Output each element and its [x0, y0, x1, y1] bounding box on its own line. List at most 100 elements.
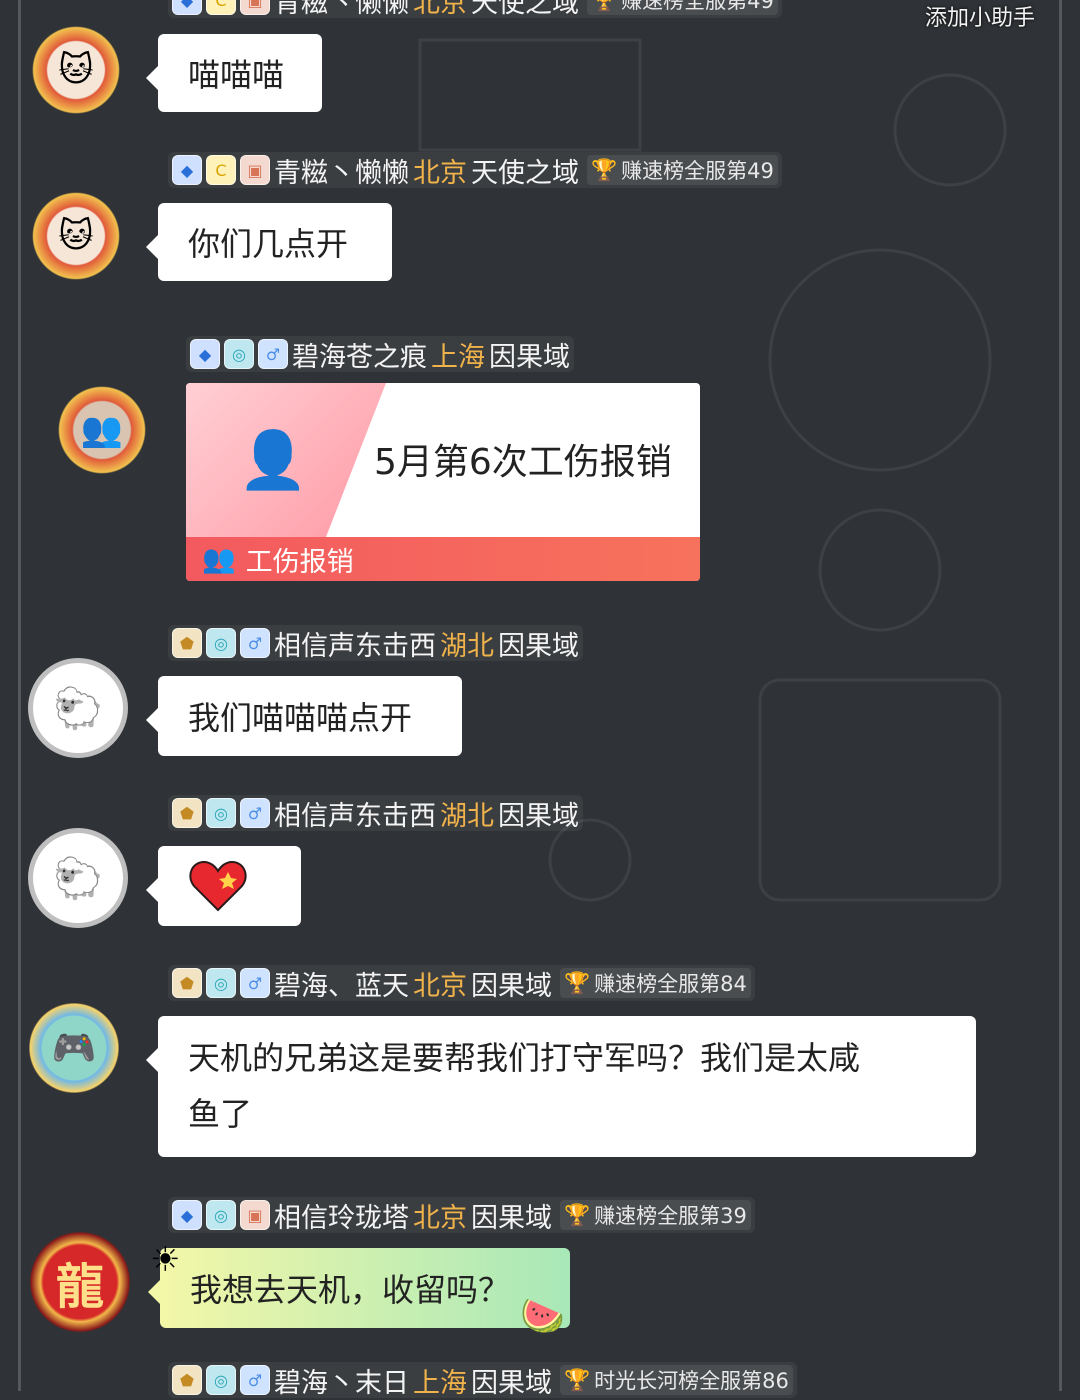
sender-domain: 天使之域 [471, 0, 579, 19]
right-frame-edge [1059, 0, 1062, 1391]
sender-domain: 天使之域 [471, 157, 579, 189]
rank-badge: 🏆 赚速榜全服第84 [560, 968, 751, 998]
gem-icon: ◆ [190, 339, 220, 369]
sender-name[interactable]: 相信声东击西 [274, 624, 436, 663]
message-text-line: 鱼了 [188, 1095, 253, 1133]
sender-location: 北京 [413, 1202, 467, 1234]
sender-domain: 因果域 [498, 630, 579, 662]
gem-icon: ◆ [172, 1200, 202, 1230]
message-bubble[interactable]: 天机的兄弟这是要帮我们打守军吗？我们是太咸 鱼了 [146, 1016, 976, 1157]
card-footer: 👥 工伤报销 [186, 537, 700, 581]
avatar[interactable]: 🐑 [28, 658, 128, 758]
sender-name[interactable]: 青糍丶懒懒 [274, 151, 409, 190]
gem-icon: ◆ [172, 155, 202, 185]
sender-name[interactable]: 青糍丶懒懒 [274, 0, 409, 20]
sender-name[interactable]: 碧海丶末日 [274, 1361, 409, 1400]
bag-icon: ▣ [240, 155, 270, 185]
cat-avatar-icon: 🐱 [58, 216, 94, 256]
avatar[interactable]: 🐱 [26, 20, 126, 120]
bag-icon: ▣ [240, 0, 270, 15]
rank-badge: 🏆 赚速榜全服第39 [560, 1200, 751, 1230]
card-footer-label: 工伤报销 [245, 546, 354, 578]
globe-icon: ◎ [206, 798, 236, 828]
dragon-character-icon: 龍 [55, 1259, 104, 1315]
rank-text: 赚速榜全服第39 [594, 1204, 747, 1228]
group-avatar-icon: 👥 [80, 410, 124, 450]
message-text: 我想去天机，收留吗？ [190, 1271, 511, 1309]
sender-domain: 因果域 [489, 341, 570, 373]
sun-sticker-icon: ☀ [150, 1240, 181, 1280]
avatar[interactable]: 🐱 [26, 186, 126, 286]
rank-badge: 🏆 赚速榜全服第49 [587, 155, 778, 185]
bag-icon: ▣ [240, 1200, 270, 1230]
male-icon: ♂ [240, 798, 270, 828]
trophy-icon: 🏆 [564, 1367, 591, 1392]
message-text: 喵喵喵 [188, 56, 285, 94]
game-console-avatar-icon: 🎮 [51, 1028, 97, 1069]
sheep-avatar-icon: 🐑 [53, 855, 103, 902]
message-text-line: 天机的兄弟这是要帮我们打守军吗？我们是太咸 [188, 1039, 861, 1077]
trophy-icon: 🏆 [591, 157, 618, 182]
message-text: 你们几点开 [188, 225, 349, 263]
message-bubble[interactable]: 我想去天机，收留吗？ [148, 1248, 570, 1328]
sender-info: ⬟ ◎ ♂ 相信声东击西 湖北 因果域 [168, 624, 583, 663]
group-icon: 👥 [202, 544, 236, 575]
reimbursement-card[interactable]: 👤 5月第6次工伤报销 👥 工伤报销 [186, 383, 700, 581]
sender-location: 上海 [431, 341, 485, 373]
male-icon: ♂ [240, 968, 270, 998]
sender-location: 北京 [413, 970, 467, 1002]
card-title: 5月第6次工伤报销 [374, 442, 672, 483]
sender-location: 湖北 [440, 800, 494, 832]
rank-text: 赚速榜全服第49 [621, 0, 774, 13]
sender-domain: 因果域 [471, 970, 552, 1002]
sender-location: 湖北 [440, 630, 494, 662]
message-text: 我们喵喵喵点开 [188, 699, 413, 737]
avatar[interactable]: 👥 [52, 380, 152, 480]
sender-location: 北京 [413, 157, 467, 189]
sender-domain: 因果域 [471, 1202, 552, 1234]
message-bubble[interactable]: 喵喵喵 [146, 34, 322, 112]
sender-info: ◆ C ▣ 青糍丶懒懒 北京 天使之域 🏆 赚速榜全服第49 [168, 0, 782, 20]
sheep-avatar-icon: 🐑 [53, 685, 103, 732]
trophy-icon: 🏆 [591, 0, 617, 13]
sender-name[interactable]: 碧海苍之痕 [292, 335, 427, 374]
sender-name[interactable]: 相信玲珑塔 [274, 1196, 409, 1235]
sender-info: ◆ ◎ ▣ 相信玲珑塔 北京 因果域 🏆 赚速榜全服第39 [168, 1196, 755, 1235]
rank-badge: 🏆 赚速榜全服第49 [587, 0, 778, 15]
medal-icon: ⬟ [172, 968, 202, 998]
rank-text: 赚速榜全服第49 [621, 159, 774, 183]
sender-info: ⬟ ◎ ♂ 碧海丶末日 上海 因果域 🏆 时光长河榜全服第86 [168, 1361, 797, 1400]
coin-icon: C [206, 0, 236, 15]
sender-domain: 因果域 [498, 800, 579, 832]
trophy-icon: 🏆 [564, 970, 591, 995]
globe-icon: ◎ [206, 628, 236, 658]
sender-info: ◆ ◎ ♂ 碧海苍之痕 上海 因果域 [186, 335, 574, 374]
avatar[interactable]: 龍 [26, 1228, 134, 1336]
users-icon: 👤 [238, 428, 308, 493]
medal-icon: ⬟ [172, 628, 202, 658]
sender-name[interactable]: 碧海、蓝天 [274, 964, 409, 1003]
sender-location: 上海 [413, 1367, 467, 1399]
globe-icon: ◎ [206, 968, 236, 998]
rank-text: 赚速榜全服第84 [594, 972, 747, 996]
sender-info: ◆ C ▣ 青糍丶懒懒 北京 天使之域 🏆 赚速榜全服第49 [168, 151, 782, 190]
sender-location: 北京 [413, 0, 467, 19]
message-bubble[interactable]: 我们喵喵喵点开 [146, 676, 462, 756]
watermelon-sticker-icon: 🍉 [520, 1296, 565, 1337]
cat-avatar-icon: 🐱 [58, 50, 94, 90]
avatar[interactable]: 🎮 [24, 998, 124, 1098]
globe-icon: ◎ [224, 339, 254, 369]
globe-icon: ◎ [206, 1200, 236, 1230]
gem-icon: ◆ [172, 0, 202, 15]
add-assistant-button[interactable]: 添加小助手 [925, 0, 1035, 32]
sender-info: ⬟ ◎ ♂ 相信声东击西 湖北 因果域 [168, 794, 583, 833]
message-bubble[interactable] [146, 846, 301, 926]
heart-sticker-icon [189, 860, 247, 912]
avatar[interactable]: 🐑 [28, 828, 128, 928]
left-frame-edge [18, 0, 21, 1391]
message-bubble[interactable]: 你们几点开 [146, 203, 392, 281]
male-icon: ♂ [258, 339, 288, 369]
sender-name[interactable]: 相信声东击西 [274, 794, 436, 833]
sender-domain: 因果域 [471, 1367, 552, 1399]
coin-icon: C [206, 155, 236, 185]
